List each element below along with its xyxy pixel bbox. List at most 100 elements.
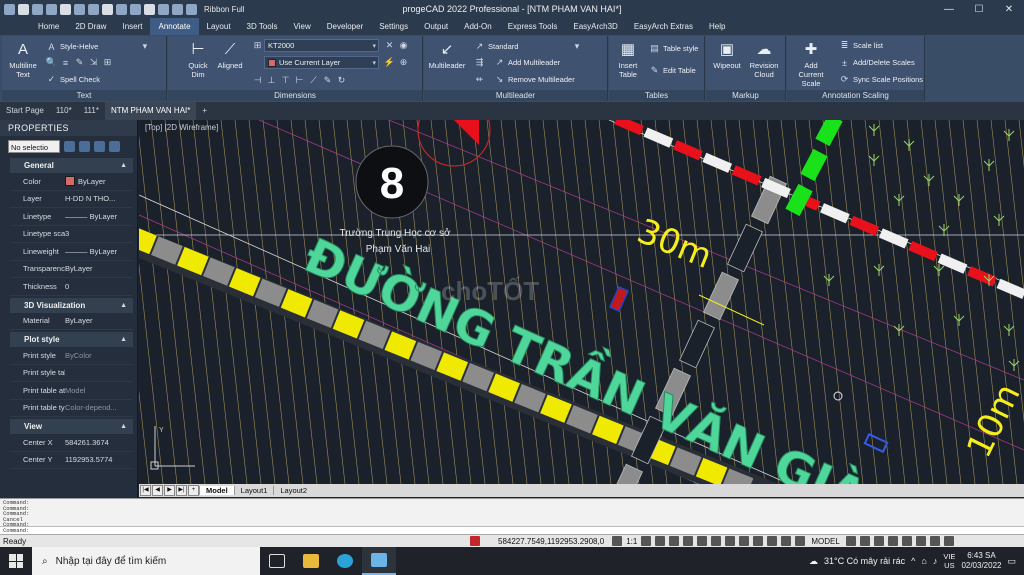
property-row[interactable]: Center Y 1192953.5774: [10, 452, 133, 469]
tab-express-tools[interactable]: Express Tools: [500, 18, 566, 35]
chevron-down-icon[interactable]: ▾: [571, 41, 582, 52]
property-value[interactable]: ByLayer: [65, 316, 133, 325]
property-value[interactable]: 1192953.5774: [65, 455, 133, 464]
mleader-collect-icon[interactable]: ⇷: [474, 74, 485, 85]
command-input[interactable]: Command:: [0, 526, 1024, 534]
dim-continue-icon[interactable]: ⊢: [294, 75, 305, 86]
property-value[interactable]: Model: [65, 386, 133, 395]
weather-icon[interactable]: ☁: [809, 556, 818, 567]
osnap-icon[interactable]: [725, 536, 736, 546]
mleader-style-value[interactable]: Standard: [488, 42, 518, 51]
tray-chevron-icon[interactable]: ^: [911, 556, 915, 566]
dim-inspect-icon[interactable]: ⊕: [398, 57, 409, 68]
new-file-icon[interactable]: [18, 3, 29, 15]
isolate-icon[interactable]: [873, 536, 884, 546]
table-style-button[interactable]: ▤ Table style: [649, 42, 698, 55]
save-icon[interactable]: [46, 3, 57, 15]
add-current-scale-button[interactable]: ✚ Add Current Scale: [791, 39, 831, 89]
scale-list-button[interactable]: ≣ Scale list: [839, 39, 883, 52]
drawing-viewport[interactable]: 8 Trường Trung Học cơ sở Phạm Văn Hai ĐƯ…: [139, 120, 1024, 484]
property-value[interactable]: H-DD N THO...: [65, 194, 133, 203]
property-row[interactable]: Layer H-DD N THO...: [10, 191, 133, 208]
mleader-align-icon[interactable]: ⇶: [474, 57, 485, 68]
annotation-icon[interactable]: [612, 536, 623, 546]
tab-2d-draw[interactable]: 2D Draw: [67, 18, 114, 35]
add-multileader-button[interactable]: ↗ Add Multileader: [494, 56, 560, 69]
file-tab[interactable]: NTM PHAM VAN HAI*: [104, 102, 197, 120]
property-value[interactable]: ——— ByLayer: [65, 212, 133, 221]
property-value[interactable]: 584261.3674: [65, 438, 133, 447]
viewport-label[interactable]: [Top] [2D Wireframe]: [145, 123, 218, 132]
property-row[interactable]: Thickness 0: [10, 278, 133, 296]
dim-break-icon[interactable]: ⊣: [252, 75, 263, 86]
property-row[interactable]: Material ByLayer: [10, 313, 133, 330]
auto-scale-icon[interactable]: [655, 536, 666, 546]
multiline-text-button[interactable]: A Multiline Text: [6, 39, 40, 80]
property-row[interactable]: Center X 584261.3674: [10, 434, 133, 452]
file-tab[interactable]: Start Page: [0, 102, 50, 120]
model-space-toggle[interactable]: MODEL: [811, 537, 839, 546]
property-value[interactable]: Color-depend...: [65, 403, 133, 412]
property-value[interactable]: ——— ByLayer: [65, 247, 133, 256]
open-file-icon[interactable]: [32, 3, 43, 15]
property-row[interactable]: Print style table: [10, 365, 133, 382]
close-icon[interactable]: ✕: [994, 0, 1024, 18]
dim-layer-select[interactable]: Use Current Layer ▾: [264, 56, 379, 69]
tab-easyarch-extras[interactable]: EasyArch Extras: [626, 18, 701, 35]
text-scale-icon[interactable]: ⇲: [88, 57, 99, 68]
property-row[interactable]: Linetype ——— ByLayer: [10, 208, 133, 226]
minimize-icon[interactable]: —: [934, 0, 964, 18]
edit-table-button[interactable]: ✎ Edit Table: [649, 64, 696, 77]
tab-help[interactable]: Help: [701, 18, 733, 35]
chevron-down-icon[interactable]: ▾: [139, 41, 150, 52]
volume-icon[interactable]: ♪: [933, 556, 938, 566]
property-value[interactable]: 3: [65, 229, 133, 238]
dynamic-input-icon[interactable]: [781, 536, 792, 546]
dim-center-icon[interactable]: ◉: [398, 40, 409, 51]
scale-value[interactable]: 1:1: [626, 537, 637, 546]
property-section-header[interactable]: General ▲: [10, 158, 133, 173]
save-as-icon[interactable]: [60, 3, 71, 15]
app-menu-icon[interactable]: [4, 3, 15, 15]
file-tab[interactable]: 110*: [50, 102, 78, 120]
clock[interactable]: 6:43 SA 02/03/2022: [961, 551, 1001, 571]
hardware-accel-icon[interactable]: [887, 536, 898, 546]
polar-icon[interactable]: [711, 536, 722, 546]
property-value[interactable]: ByColor: [65, 351, 133, 360]
input-language[interactable]: VIE US: [943, 552, 955, 570]
property-row[interactable]: Lineweight ——— ByLayer: [10, 243, 133, 261]
ortho-icon[interactable]: [697, 536, 708, 546]
lineweight-icon[interactable]: [753, 536, 764, 546]
layout-tab[interactable]: Layout2: [273, 486, 313, 495]
help-icon[interactable]: [186, 3, 197, 15]
paste-icon[interactable]: [130, 3, 141, 15]
property-section-header[interactable]: Plot style ▲: [10, 332, 133, 347]
lock-icon[interactable]: [929, 536, 940, 546]
file-tab[interactable]: 111*: [78, 102, 105, 120]
customize-icon[interactable]: [915, 536, 926, 546]
collapse-icon[interactable]: ▲: [120, 419, 127, 434]
weather-text[interactable]: 31°C Có mây rải rác: [824, 556, 905, 566]
toggle-pickadd-icon[interactable]: [64, 140, 75, 152]
tab-insert[interactable]: Insert: [114, 18, 150, 35]
tab-3d-tools[interactable]: 3D Tools: [239, 18, 286, 35]
settings-icon[interactable]: [845, 536, 856, 546]
add-delete-scales-button[interactable]: ± Add/Delete Scales: [839, 56, 915, 69]
notification-icon[interactable]: ▭: [1007, 556, 1016, 567]
prev-tab-icon[interactable]: ◀: [152, 485, 163, 496]
quick-dim-button[interactable]: ⊢ Quick Dim: [182, 39, 214, 80]
match-props-icon[interactable]: [144, 3, 155, 15]
property-value[interactable]: 0: [65, 282, 133, 291]
tab-settings[interactable]: Settings: [371, 18, 416, 35]
property-row[interactable]: Print table att...Model: [10, 382, 133, 400]
dimstyle-select[interactable]: KT2000 ▾: [264, 39, 379, 52]
progecad-taskbar-button[interactable]: [362, 547, 396, 575]
collapse-icon[interactable]: ▲: [120, 332, 127, 347]
first-tab-icon[interactable]: |◀: [140, 485, 151, 496]
wipeout-button[interactable]: ▣ Wipeout: [710, 39, 744, 71]
undo-icon[interactable]: [158, 3, 169, 15]
property-row[interactable]: Print style ByColor: [10, 347, 133, 365]
insert-table-button[interactable]: ▦ Insert Table: [613, 39, 643, 80]
collapse-icon[interactable]: ▲: [120, 158, 127, 173]
dim-baseline-icon[interactable]: ⊤: [280, 75, 291, 86]
